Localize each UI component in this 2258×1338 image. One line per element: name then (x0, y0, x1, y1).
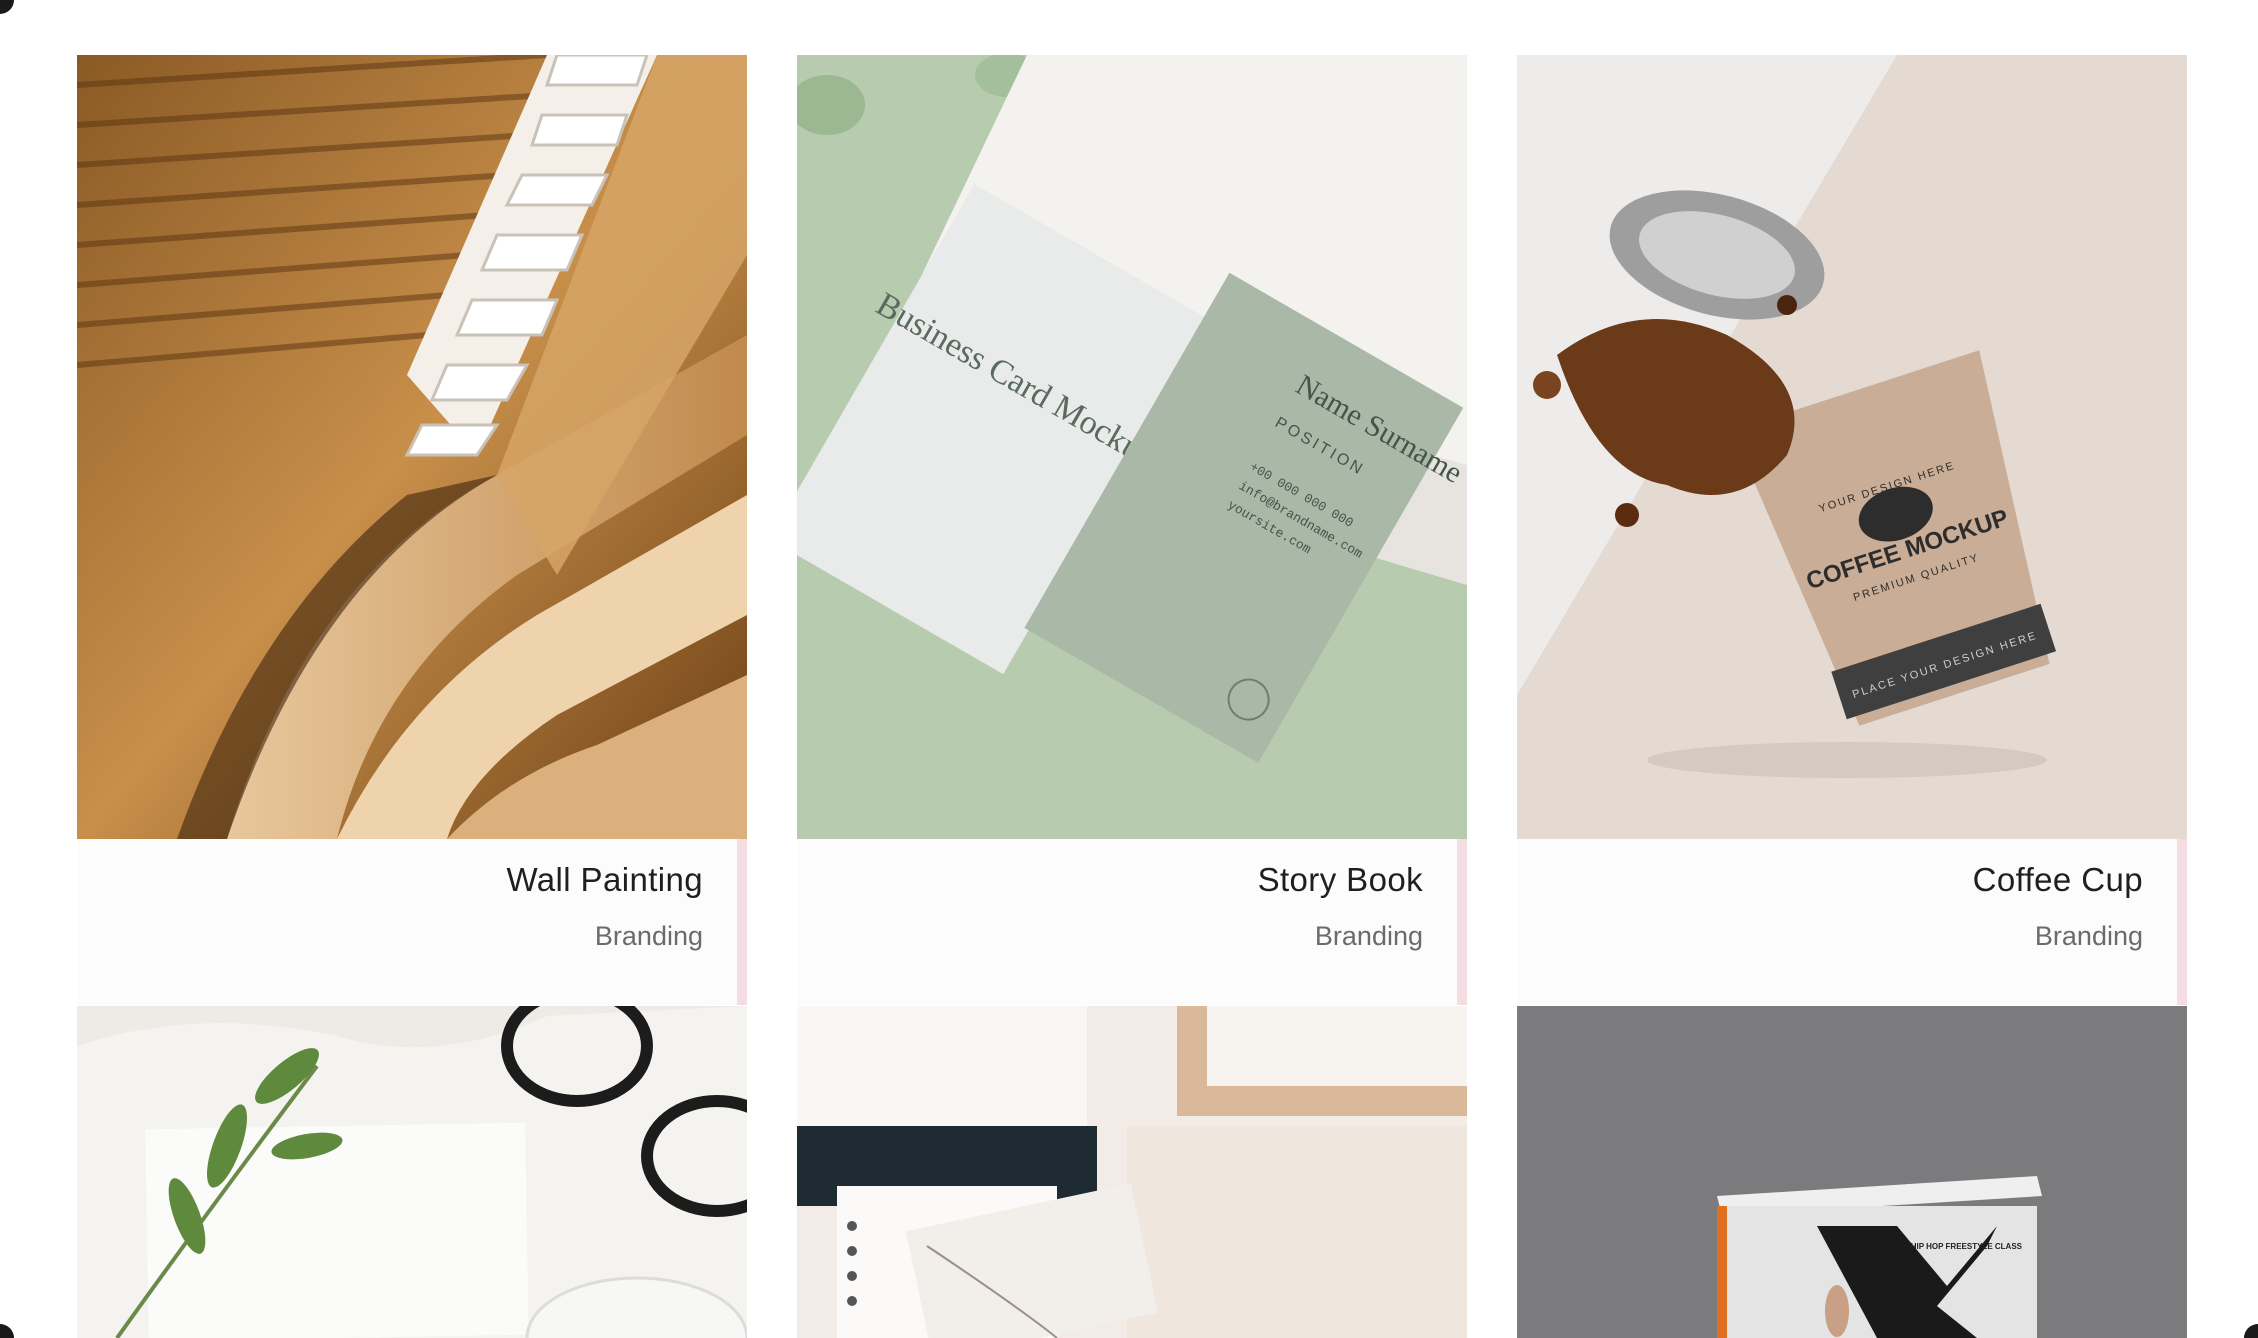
business-card-image: Business Card Mockup Name Surname POSITI… (797, 55, 1467, 839)
portfolio-thumbnail[interactable] (77, 1006, 747, 1338)
portfolio-grid-page: Wall Painting Branding Business Card Moc… (0, 0, 2258, 1338)
book-mockup-image: HIP HOP FREESTYLE CLASS (1517, 1006, 2187, 1338)
portfolio-caption: Story Book Branding (797, 839, 1467, 1005)
portfolio-title[interactable]: Wall Painting (506, 861, 703, 899)
portfolio-title[interactable]: Story Book (1258, 861, 1423, 899)
portfolio-category[interactable]: Branding (595, 921, 703, 952)
portfolio-thumbnail[interactable]: Business Card Mockup Name Surname POSITI… (797, 55, 1467, 839)
portfolio-thumbnail[interactable]: COFFEE MOCKUP YOUR DESIGN HERE PREMIUM Q… (1517, 55, 2187, 839)
portfolio-caption: Wall Painting Branding (77, 839, 747, 1005)
corner-mark (2244, 1324, 2258, 1338)
portfolio-card-notebooks[interactable] (797, 1006, 1467, 1338)
book-cover-text: HIP HOP FREESTYLE CLASS (1911, 1242, 2023, 1251)
portfolio-title[interactable]: Coffee Cup (1973, 861, 2143, 899)
portfolio-card-coffee-cup[interactable]: COFFEE MOCKUP YOUR DESIGN HERE PREMIUM Q… (1517, 55, 2187, 1005)
portfolio-caption: Coffee Cup Branding (1517, 839, 2187, 1005)
portfolio-category[interactable]: Branding (1315, 921, 1423, 952)
portfolio-thumbnail[interactable] (77, 55, 747, 839)
portfolio-card-stationery[interactable] (77, 1006, 747, 1338)
corner-mark (0, 1324, 14, 1338)
wood-staircase-image (77, 55, 747, 839)
corner-mark (0, 0, 14, 14)
portfolio-card-wall-painting[interactable]: Wall Painting Branding (77, 55, 747, 1005)
coffee-cup-image: COFFEE MOCKUP YOUR DESIGN HERE PREMIUM Q… (1517, 55, 2187, 839)
portfolio-thumbnail[interactable]: HIP HOP FREESTYLE CLASS (1517, 1006, 2187, 1338)
stationery-glasses-image (77, 1006, 747, 1338)
portfolio-card-story-book[interactable]: Business Card Mockup Name Surname POSITI… (797, 55, 1467, 1005)
notebooks-window-image (797, 1006, 1467, 1338)
portfolio-category[interactable]: Branding (2035, 921, 2143, 952)
portfolio-thumbnail[interactable] (797, 1006, 1467, 1338)
portfolio-card-book[interactable]: HIP HOP FREESTYLE CLASS (1517, 1006, 2187, 1338)
